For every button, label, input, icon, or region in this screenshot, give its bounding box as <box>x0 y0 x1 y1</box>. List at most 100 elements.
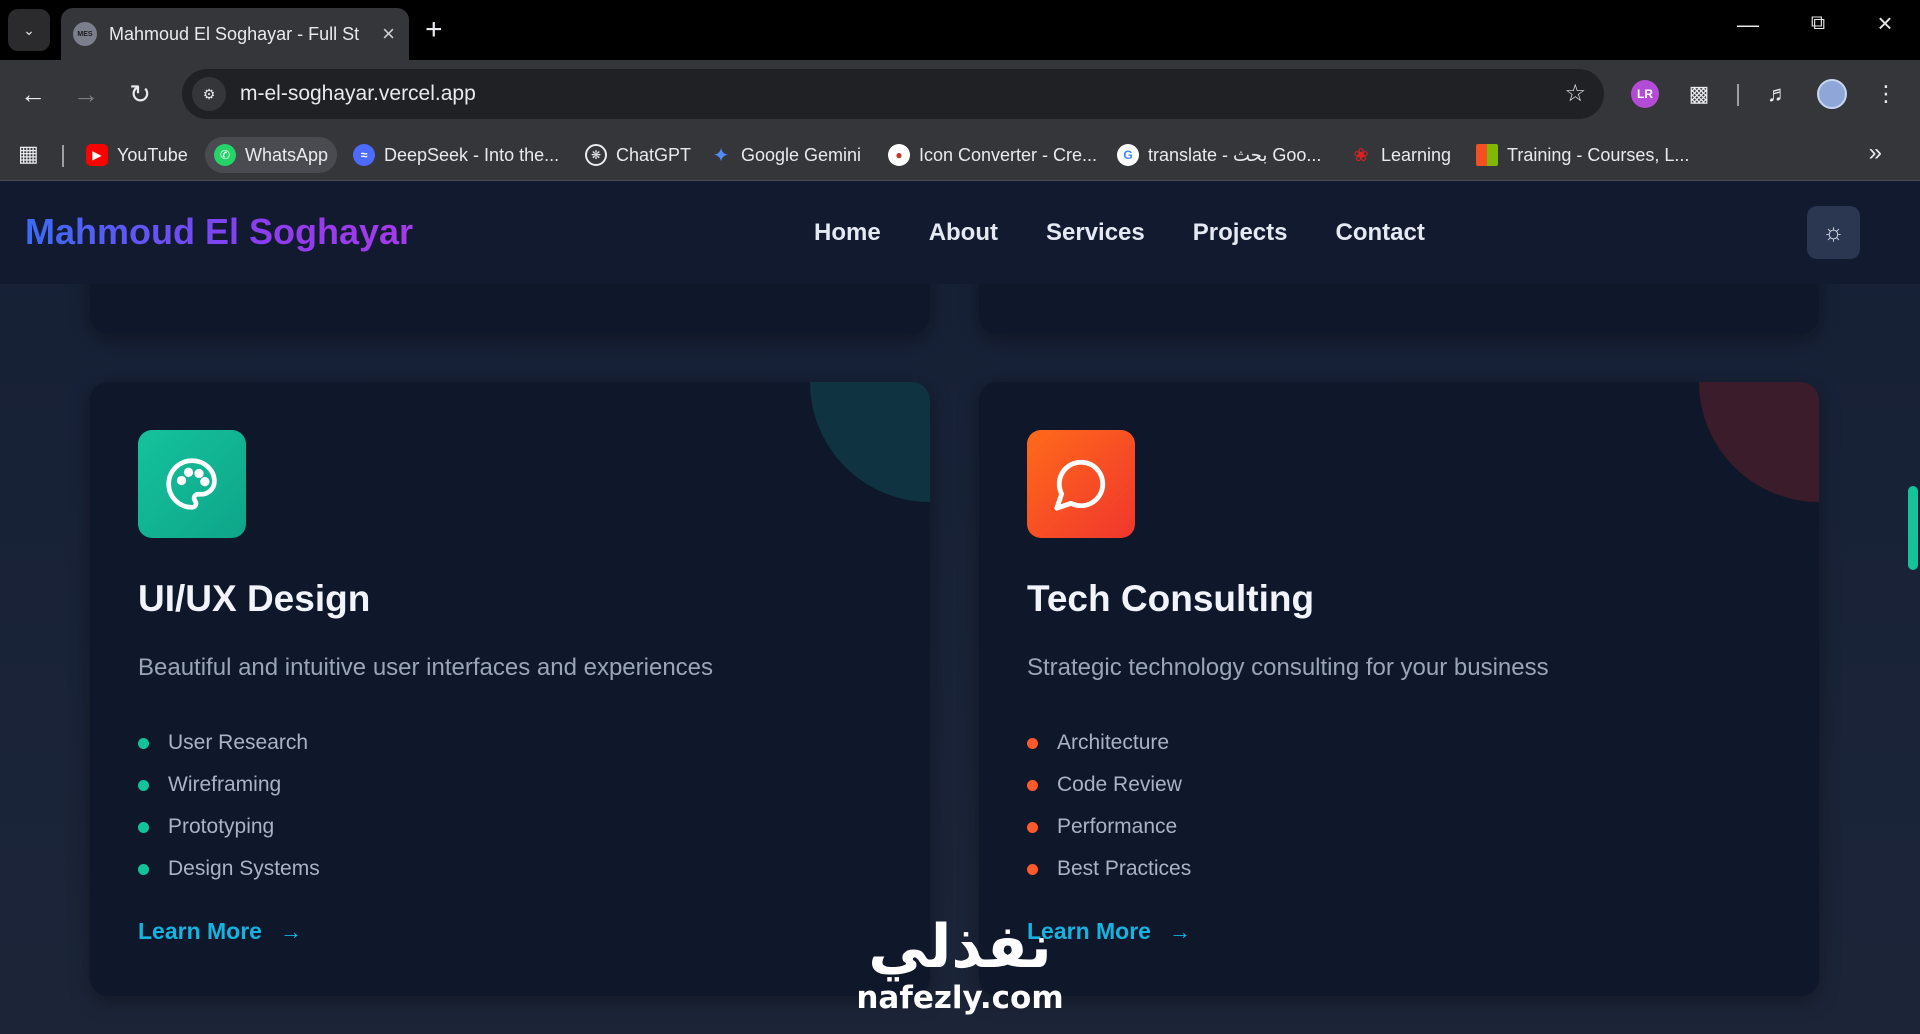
feature-label: Architecture <box>1057 731 1170 754</box>
feature-label: Best Practices <box>1057 857 1192 880</box>
bookmark-youtube[interactable]: ▶ YouTube <box>77 137 197 173</box>
new-tab-button[interactable]: + <box>425 12 443 48</box>
bookmarks-divider <box>62 145 64 167</box>
bookmark-learning[interactable]: ❀ Learning <box>1341 137 1460 173</box>
url-text[interactable]: m-el-soghayar.vercel.app <box>240 82 476 106</box>
learn-more-link[interactable]: Learn More → <box>138 918 302 945</box>
learn-more-label: Learn More <box>138 918 262 944</box>
minimize-window-button[interactable]: — <box>1723 12 1773 38</box>
feature-item: Design Systems <box>138 848 320 890</box>
nav-link-services[interactable]: Services <box>1046 219 1145 247</box>
address-bar[interactable]: ⚙ m-el-soghayar.vercel.app ☆ <box>182 69 1604 119</box>
bookmark-chatgpt[interactable]: ❋ ChatGPT <box>576 137 700 173</box>
bullet-dot-icon <box>138 863 149 875</box>
tab-title: Mahmoud El Soghayar - Full St <box>109 23 360 44</box>
chevron-down-icon: ⌄ <box>23 21 35 38</box>
reload-button[interactable]: ↻ <box>120 74 160 114</box>
forward-button[interactable]: → <box>66 74 106 114</box>
service-icon-tile <box>138 430 246 538</box>
feature-list: Architecture Code Review Performance Bes… <box>1027 722 1191 890</box>
feature-label: User Research <box>168 731 309 754</box>
deepseek-icon: ≈ <box>353 144 375 166</box>
more-bookmarks-icon[interactable]: » <box>1869 139 1882 167</box>
feature-label: Code Review <box>1057 773 1182 796</box>
service-icon-tile <box>1027 430 1135 538</box>
back-button[interactable]: ← <box>13 74 53 114</box>
bookmark-deepseek[interactable]: ≈ DeepSeek - Into the... <box>344 137 568 173</box>
whatsapp-icon: ✆ <box>214 144 236 166</box>
bullet-dot-icon <box>138 737 149 749</box>
bookmark-label: DeepSeek - Into the... <box>384 144 560 165</box>
toolbar-divider <box>1737 84 1739 106</box>
arrow-right-icon: → <box>279 918 302 944</box>
feature-item: Prototyping <box>138 806 320 848</box>
profile-avatar-button[interactable] <box>1812 74 1852 114</box>
feature-label: Prototyping <box>168 815 275 838</box>
feature-item: Best Practices <box>1027 848 1191 890</box>
extensions-puzzle-icon[interactable]: ▩ <box>1679 74 1719 114</box>
bookmark-icon-converter[interactable]: ● Icon Converter - Cre... <box>879 137 1106 173</box>
close-window-button[interactable]: × <box>1860 8 1910 39</box>
arrow-right-icon: → <box>1168 918 1191 944</box>
avatar <box>1817 79 1847 109</box>
feature-label: Wireframing <box>168 773 282 796</box>
menu-kebab-icon[interactable]: ⋮ <box>1866 74 1906 114</box>
service-description: Strategic technology consulting for your… <box>1027 654 1549 681</box>
bookmark-star-icon[interactable]: ☆ <box>1564 79 1586 108</box>
bookmark-label: Learning <box>1381 144 1452 165</box>
browser-tab-strip: ⌄ MES Mahmoud El Soghayar - Full St × + … <box>0 0 1920 60</box>
nav-link-about[interactable]: About <box>929 219 998 247</box>
theme-toggle-button[interactable]: ☼ <box>1807 206 1860 259</box>
google-icon: G <box>1117 144 1139 166</box>
watermark-arabic-text: نفذلي <box>868 912 1052 982</box>
decorative-circle <box>1699 382 1819 502</box>
bookmark-label: Icon Converter - Cre... <box>919 144 1098 165</box>
service-card-tech-consulting: Tech Consulting Strategic technology con… <box>979 382 1819 996</box>
bookmark-whatsapp[interactable]: ✆ WhatsApp <box>205 137 338 173</box>
feature-item: Wireframing <box>138 764 320 806</box>
service-title: Tech Consulting <box>1027 578 1315 619</box>
close-tab-icon[interactable]: × <box>382 21 395 47</box>
browser-tab-active[interactable]: MES Mahmoud El Soghayar - Full St × <box>61 8 409 60</box>
media-control-icon[interactable]: ♬ <box>1758 74 1798 114</box>
feature-item: Architecture <box>1027 722 1191 764</box>
site-brand[interactable]: Mahmoud El Soghayar <box>25 211 413 253</box>
icon-converter-icon: ● <box>888 144 910 166</box>
tab-search-button[interactable]: ⌄ <box>8 9 50 51</box>
nav-link-contact[interactable]: Contact <box>1335 219 1424 247</box>
page-scrollbar-thumb[interactable] <box>1908 486 1918 570</box>
bookmark-training[interactable]: Training - Courses, L... <box>1467 137 1698 173</box>
bookmark-label: Training - Courses, L... <box>1507 144 1690 165</box>
palette-icon <box>166 458 217 510</box>
browser-toolbar: ← → ↻ ⚙ m-el-soghayar.vercel.app ☆ LR ▩ … <box>0 60 1920 129</box>
bookmark-translate[interactable]: G translate - بحث Goo... <box>1108 137 1330 173</box>
bullet-dot-icon <box>138 779 149 791</box>
chat-bubble-icon <box>1054 459 1106 511</box>
feature-label: Performance <box>1057 815 1178 838</box>
watermark-latin-text: nafezly.com <box>856 980 1064 1016</box>
nav-link-home[interactable]: Home <box>814 219 881 247</box>
page-viewport: Mahmoud El Soghayar Home About Services … <box>0 181 1920 1034</box>
site-favicon-icon: MES <box>73 22 97 46</box>
nav-link-projects[interactable]: Projects <box>1193 219 1288 247</box>
bullet-dot-icon <box>1027 863 1038 875</box>
service-description: Beautiful and intuitive user interfaces … <box>138 654 714 681</box>
service-title: UI/UX Design <box>138 578 371 619</box>
extension-button[interactable]: LR <box>1625 74 1665 114</box>
chatgpt-icon: ❋ <box>585 144 607 166</box>
huawei-icon: ❀ <box>1353 144 1369 165</box>
site-nav-links: Home About Services Projects Contact <box>814 219 1473 247</box>
bookmark-label: YouTube <box>117 144 188 165</box>
restore-window-button[interactable]: ⧉ <box>1793 12 1843 35</box>
bullet-dot-icon <box>1027 779 1038 791</box>
bookmark-label: WhatsApp <box>245 144 329 165</box>
service-card-uiux: UI/UX Design Beautiful and intuitive use… <box>90 382 930 996</box>
site-info-icon[interactable]: ⚙ <box>192 77 226 111</box>
apps-grid-icon[interactable]: ▦ <box>18 141 39 167</box>
youtube-icon: ▶ <box>86 144 108 166</box>
bookmark-gemini[interactable]: ✦ Google Gemini <box>701 137 870 173</box>
bullet-dot-icon <box>1027 821 1038 833</box>
bookmarks-bar: ▦ ▶ YouTube ✆ WhatsApp ≈ DeepSeek - Into… <box>0 129 1920 181</box>
extension-badge-icon: LR <box>1631 80 1659 108</box>
sun-icon: ☼ <box>1822 218 1845 246</box>
